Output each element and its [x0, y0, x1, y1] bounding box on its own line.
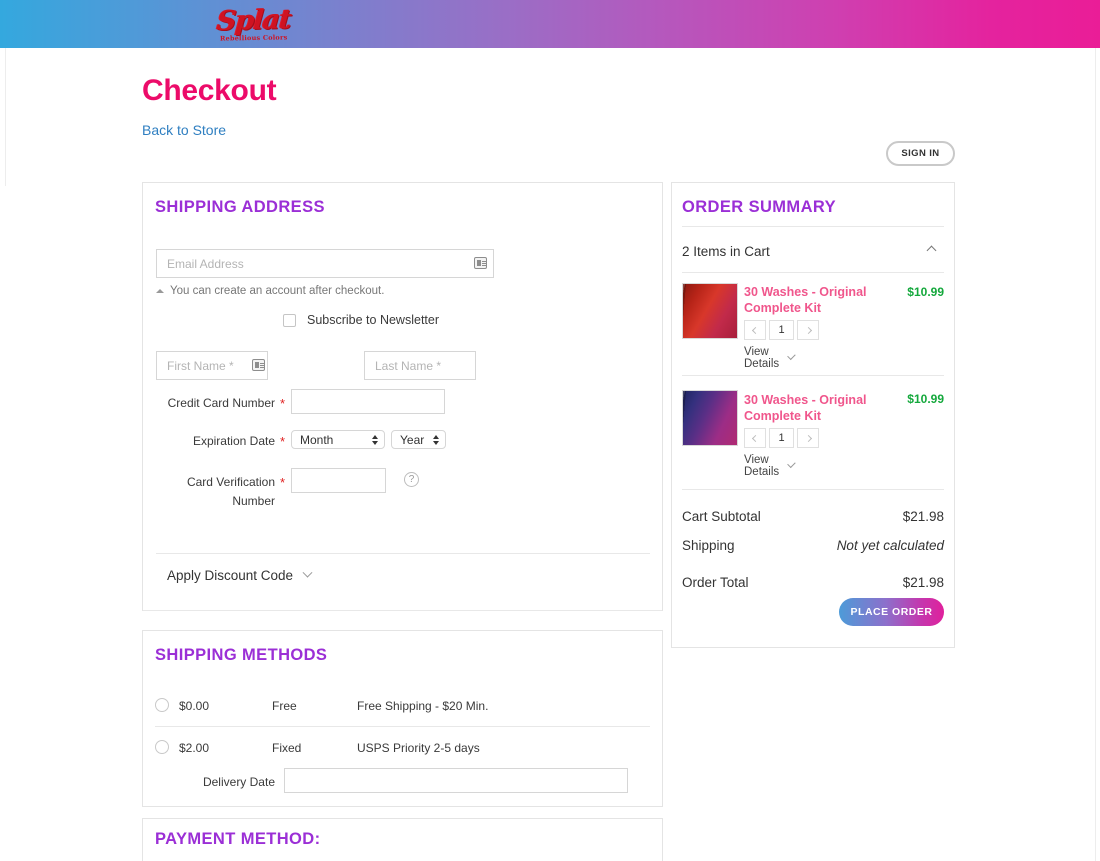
shipping-rows-divider	[155, 726, 650, 727]
newsletter-label: Subscribe to Newsletter	[307, 313, 440, 327]
qty-increment-button[interactable]	[797, 428, 819, 448]
delivery-date-label: Delivery Date	[202, 775, 275, 789]
expiration-year-wrap[interactable]: Year	[391, 430, 446, 449]
order-total-value: $21.98	[902, 575, 944, 590]
qty-value[interactable]: 1	[769, 320, 794, 340]
shipping-type-fixed: Fixed	[272, 741, 302, 755]
email-input[interactable]	[156, 249, 494, 278]
expiration-required-marker: *	[280, 434, 286, 449]
shipping-value: Not yet calculated	[836, 538, 944, 553]
shipping-address-heading: SHIPPING ADDRESS	[155, 198, 325, 216]
left-rail-divider	[5, 48, 6, 186]
order-summary-divider-1	[682, 226, 944, 227]
apply-discount-code-toggle[interactable]: Apply Discount Code	[167, 567, 313, 583]
cart-subtotal-label: Cart Subtotal	[682, 509, 761, 524]
view-details-label: View Details	[744, 346, 780, 370]
email-autofill-icon[interactable]	[474, 257, 487, 269]
shipping-option-free[interactable]	[155, 698, 169, 712]
splat-logo[interactable]: Splat Rebellious Colors	[206, 2, 302, 46]
place-order-button[interactable]: PLACE ORDER	[839, 598, 944, 626]
items-in-cart-label: 2 Items in Cart	[682, 244, 770, 259]
order-summary-divider-4	[682, 489, 944, 490]
apply-discount-code-label: Apply Discount Code	[167, 568, 294, 583]
shipping-radio-free[interactable]	[155, 698, 169, 712]
cvn-label-line1: Card Verification	[186, 475, 275, 489]
quantity-stepper[interactable]: 1	[744, 320, 819, 340]
view-details-label: View Details	[744, 454, 780, 478]
payment-method-heading: PAYMENT METHOD:	[155, 830, 321, 848]
newsletter-checkbox[interactable]	[283, 313, 296, 327]
shipping-methods-heading: SHIPPING METHODS	[155, 646, 328, 664]
shipping-label: Shipping	[682, 538, 735, 553]
shipping-radio-fixed[interactable]	[155, 740, 169, 754]
delivery-date-input[interactable]	[284, 768, 628, 793]
cvn-required-marker: *	[280, 475, 286, 490]
product-name[interactable]: 30 Washes - Original Complete Kit	[744, 284, 884, 316]
cvn-label-line2: Number	[232, 494, 275, 508]
chevron-up-icon	[926, 245, 937, 256]
product-thumbnail[interactable]	[682, 390, 738, 446]
cvn-help-icon[interactable]: ?	[404, 472, 419, 487]
product-price: $10.99	[907, 285, 944, 299]
qty-decrement-button[interactable]	[744, 320, 766, 340]
logo-tagline: Rebellious Colors	[220, 33, 288, 43]
credit-card-label: Credit Card Number	[167, 396, 275, 410]
page-title: Checkout	[142, 74, 277, 107]
view-details-toggle[interactable]: View Details	[744, 346, 795, 370]
last-name-input[interactable]	[364, 351, 476, 380]
logo-wordmark: Splat	[215, 3, 293, 37]
shipping-desc-free: Free Shipping - $20 Min.	[357, 699, 489, 713]
shipping-price-fixed: $2.00	[179, 741, 210, 755]
back-to-store-link[interactable]: Back to Store	[142, 122, 226, 138]
expiration-month-wrap[interactable]: Month	[291, 430, 385, 449]
order-total-label: Order Total	[682, 575, 749, 590]
site-header: Splat Rebellious Colors	[0, 0, 1100, 48]
sign-in-button[interactable]: SIGN IN	[886, 141, 955, 166]
create-account-hint: You can create an account after checkout…	[156, 285, 384, 297]
shipping-price-free: $0.00	[179, 699, 210, 713]
quantity-stepper[interactable]: 1	[744, 428, 819, 448]
caret-up-icon	[156, 289, 164, 293]
discount-bottom-divider	[143, 610, 662, 611]
items-collapse-toggle[interactable]	[926, 245, 937, 256]
expiration-month-select[interactable]: Month	[291, 430, 385, 449]
expiration-year-select[interactable]: Year	[391, 430, 446, 449]
shipping-option-fixed[interactable]	[155, 740, 169, 754]
qty-increment-button[interactable]	[797, 320, 819, 340]
discount-top-divider	[156, 553, 650, 554]
product-thumbnail[interactable]	[682, 283, 738, 339]
cart-subtotal-value: $21.98	[902, 509, 944, 524]
qty-value[interactable]: 1	[769, 428, 794, 448]
shipping-type-free: Free	[272, 699, 297, 713]
product-price: $10.99	[907, 392, 944, 406]
order-summary-divider-3	[682, 375, 944, 376]
qty-decrement-button[interactable]	[744, 428, 766, 448]
checkout-page: Splat Rebellious Colors Checkout Back to…	[0, 0, 1100, 861]
credit-card-required-marker: *	[280, 396, 286, 411]
newsletter-row[interactable]: Subscribe to Newsletter	[283, 313, 439, 327]
credit-card-input[interactable]	[291, 389, 445, 414]
create-account-hint-text: You can create an account after checkout…	[170, 285, 385, 297]
chevron-down-icon	[302, 567, 313, 578]
order-summary-heading: ORDER SUMMARY	[682, 198, 837, 216]
right-rail-divider	[1095, 48, 1096, 861]
shipping-desc-fixed: USPS Priority 2-5 days	[357, 741, 480, 755]
contact-card-icon[interactable]	[252, 359, 265, 371]
expiration-date-label: Expiration Date	[192, 434, 275, 448]
product-name[interactable]: 30 Washes - Original Complete Kit	[744, 392, 884, 424]
view-details-toggle[interactable]: View Details	[744, 454, 795, 478]
cvn-input[interactable]	[291, 468, 386, 493]
order-summary-divider-2	[682, 272, 944, 273]
